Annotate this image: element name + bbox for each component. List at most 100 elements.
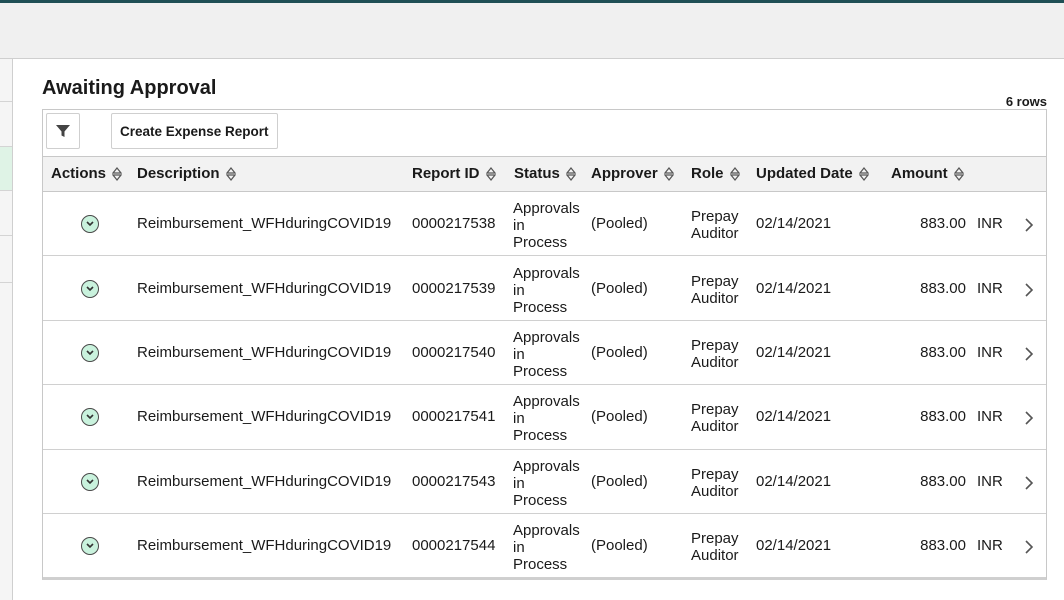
column-header-label: Role	[691, 165, 724, 182]
report-id-cell: 0000217544	[412, 537, 496, 555]
rail-item-active[interactable]	[0, 147, 12, 191]
status-line: in	[513, 217, 525, 235]
rail-item[interactable]	[0, 236, 12, 283]
row-detail-button[interactable]	[1024, 346, 1034, 367]
currency-cell: INR	[977, 215, 1003, 233]
currency-cell: INR	[977, 537, 1003, 555]
sort-icon	[565, 167, 576, 181]
table-row[interactable]: Reimbursement_WFHduringCOVID19 0000217541…	[43, 385, 1046, 450]
chevron-right-icon	[1025, 411, 1034, 425]
report-id-cell: 0000217540	[412, 343, 496, 361]
column-header-description[interactable]: Description	[137, 157, 236, 191]
row-actions-button[interactable]	[81, 537, 99, 556]
chevron-down-icon	[86, 221, 94, 227]
column-header-updated-date[interactable]: Updated Date	[756, 157, 869, 191]
status-line: in	[513, 345, 525, 363]
updated-date-cell: 02/14/2021	[756, 537, 832, 555]
approver-cell: (Pooled)	[591, 472, 648, 490]
column-header-actions[interactable]: Actions	[51, 157, 123, 191]
rail-item[interactable]	[0, 102, 12, 147]
amount-cell: 883.00	[920, 343, 966, 361]
grid-toolbar: Create Expense Report	[43, 110, 1046, 156]
rail-item[interactable]	[0, 59, 12, 102]
report-id-cell: 0000217543	[412, 472, 496, 490]
left-rail	[0, 59, 13, 600]
role-cell: Prepay Auditor	[691, 337, 751, 371]
row-actions-button[interactable]	[81, 343, 99, 362]
sort-icon	[858, 167, 869, 181]
updated-date-cell: 02/14/2021	[756, 408, 832, 426]
status-line: Approvals	[513, 200, 580, 218]
column-header-label: Description	[137, 165, 220, 182]
column-header-status[interactable]: Status	[514, 157, 576, 191]
row-actions-button[interactable]	[81, 472, 99, 491]
report-id-cell: 0000217539	[412, 279, 496, 297]
role-line: Auditor	[691, 353, 739, 371]
status-line: Approvals	[513, 522, 580, 540]
currency-cell: INR	[977, 279, 1003, 297]
amount-cell: 883.00	[920, 279, 966, 297]
filter-button[interactable]	[46, 113, 80, 149]
column-header-report-id[interactable]: Report ID	[412, 157, 496, 191]
role-line: Prepay	[691, 401, 739, 419]
column-header-role[interactable]: Role	[691, 157, 740, 191]
role-cell: Prepay Auditor	[691, 466, 751, 500]
currency-cell: INR	[977, 408, 1003, 426]
status-line: in	[513, 281, 525, 299]
chevron-right-icon	[1025, 476, 1034, 490]
role-line: Auditor	[691, 289, 739, 307]
sort-icon	[112, 167, 123, 181]
chevron-down-icon	[86, 286, 94, 291]
approver-cell: (Pooled)	[591, 215, 648, 233]
filter-icon	[56, 125, 70, 137]
role-line: Auditor	[691, 418, 739, 436]
chevron-right-icon	[1025, 347, 1034, 361]
row-actions-button[interactable]	[81, 279, 99, 298]
table-row[interactable]: Reimbursement_WFHduringCOVID19 0000217538…	[43, 192, 1046, 257]
description-cell: Reimbursement_WFHduringCOVID19	[137, 279, 392, 297]
updated-date-cell: 02/14/2021	[756, 279, 832, 297]
status-cell: Approvals in Process	[513, 329, 583, 380]
role-line: Auditor	[691, 225, 739, 243]
row-detail-button[interactable]	[1024, 410, 1034, 431]
updated-date-cell: 02/14/2021	[756, 343, 832, 361]
row-detail-button[interactable]	[1024, 539, 1034, 560]
status-line: Process	[513, 556, 568, 574]
column-header-label: Amount	[891, 165, 948, 182]
role-cell: Prepay Auditor	[691, 273, 751, 307]
rail-item[interactable]	[0, 191, 12, 236]
column-header-approver[interactable]: Approver	[591, 157, 674, 191]
role-line: Prepay	[691, 530, 739, 548]
currency-cell: INR	[977, 472, 1003, 490]
row-detail-button[interactable]	[1024, 282, 1034, 303]
table-row[interactable]: Reimbursement_WFHduringCOVID19 0000217539…	[43, 256, 1046, 321]
column-header-label: Updated Date	[756, 165, 853, 182]
report-id-cell: 0000217538	[412, 215, 496, 233]
table-row[interactable]: Reimbursement_WFHduringCOVID19 0000217540…	[43, 321, 1046, 386]
row-detail-button[interactable]	[1024, 475, 1034, 496]
role-cell: Prepay Auditor	[691, 208, 751, 242]
table-row[interactable]: Reimbursement_WFHduringCOVID19 0000217543…	[43, 450, 1046, 514]
column-header-label: Actions	[51, 165, 107, 182]
create-expense-report-button[interactable]: Create Expense Report	[111, 113, 278, 149]
column-header-amount[interactable]: Amount	[891, 157, 964, 191]
row-actions-button[interactable]	[81, 408, 99, 427]
status-line: Process	[513, 362, 568, 380]
role-line: Auditor	[691, 547, 739, 565]
row-detail-button[interactable]	[1024, 217, 1034, 238]
description-cell: Reimbursement_WFHduringCOVID19	[137, 537, 392, 555]
status-line: Approvals	[513, 393, 580, 411]
chevron-right-icon	[1025, 218, 1034, 232]
chevron-right-icon	[1025, 540, 1034, 554]
role-cell: Prepay Auditor	[691, 530, 751, 564]
currency-cell: INR	[977, 343, 1003, 361]
status-line: Process	[513, 234, 568, 252]
sort-icon	[953, 167, 964, 181]
column-header-label: Approver	[591, 165, 658, 182]
chevron-down-icon	[86, 543, 94, 549]
approver-cell: (Pooled)	[591, 343, 648, 361]
status-cell: Approvals in Process	[513, 393, 583, 444]
table-row[interactable]: Reimbursement_WFHduringCOVID19 0000217544…	[43, 514, 1046, 579]
role-line: Auditor	[691, 482, 739, 500]
row-actions-button[interactable]	[81, 215, 99, 234]
